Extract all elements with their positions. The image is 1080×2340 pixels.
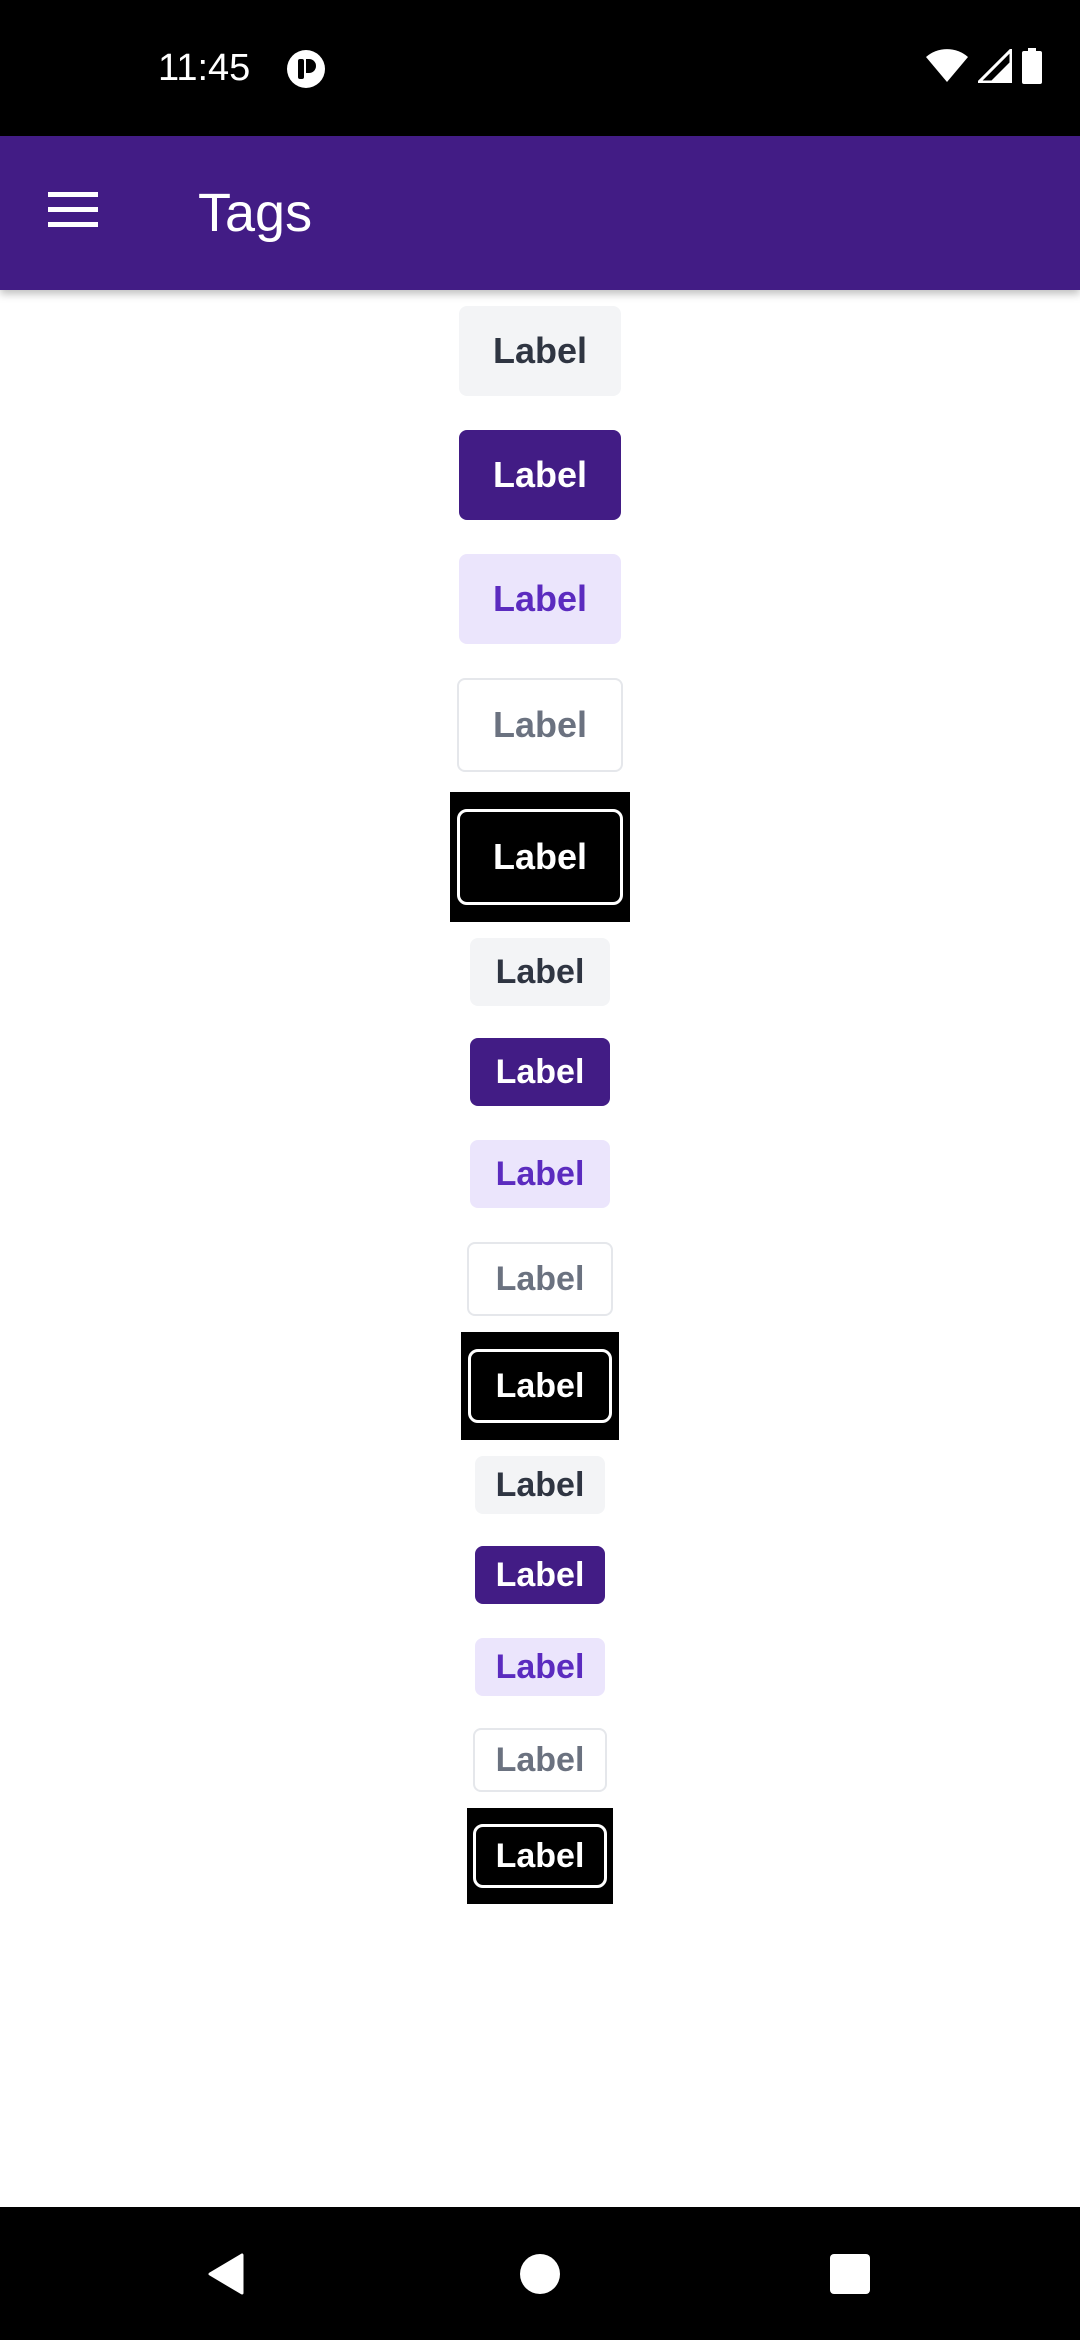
tag-large-primary: Label (459, 430, 621, 520)
status-bar: 11:45 (0, 0, 1080, 136)
tag-small-focused-label: Label (473, 1824, 607, 1888)
app-notification-icon (286, 49, 326, 89)
tag-medium-light: Label (470, 1140, 610, 1208)
tag-small-light: Label (475, 1638, 605, 1696)
tag-large-gray: Label (459, 306, 621, 396)
cellular-signal-icon (975, 46, 1013, 88)
tag-medium-gray: Label (470, 938, 610, 1006)
page-title: Tags (198, 183, 313, 243)
tag-medium-focused-label: Label (468, 1349, 612, 1423)
tag-small-primary: Label (475, 1546, 605, 1604)
tag-small-focused: Label (467, 1808, 613, 1904)
hamburger-menu-icon[interactable] (46, 188, 106, 238)
tag-large-light: Label (459, 554, 621, 644)
wifi-icon (926, 49, 968, 88)
system-nav-bar (0, 2207, 1080, 2340)
tag-large-focused: Label (450, 792, 630, 922)
tag-small-outline: Label (473, 1728, 607, 1792)
tag-medium-primary: Label (470, 1038, 610, 1106)
tag-large-focused-label: Label (457, 809, 623, 905)
app-bar: Tags (0, 136, 1080, 290)
home-icon[interactable] (507, 2241, 573, 2307)
recents-icon[interactable] (817, 2241, 883, 2307)
back-icon[interactable] (192, 2241, 258, 2307)
status-icons (926, 46, 1042, 89)
tag-small-gray: Label (475, 1456, 605, 1514)
tag-medium-focused: Label (461, 1332, 619, 1440)
tag-large-outline: Label (457, 678, 623, 772)
tag-medium-outline: Label (467, 1242, 613, 1316)
battery-icon (1022, 48, 1042, 89)
status-time: 11:45 (158, 47, 251, 89)
